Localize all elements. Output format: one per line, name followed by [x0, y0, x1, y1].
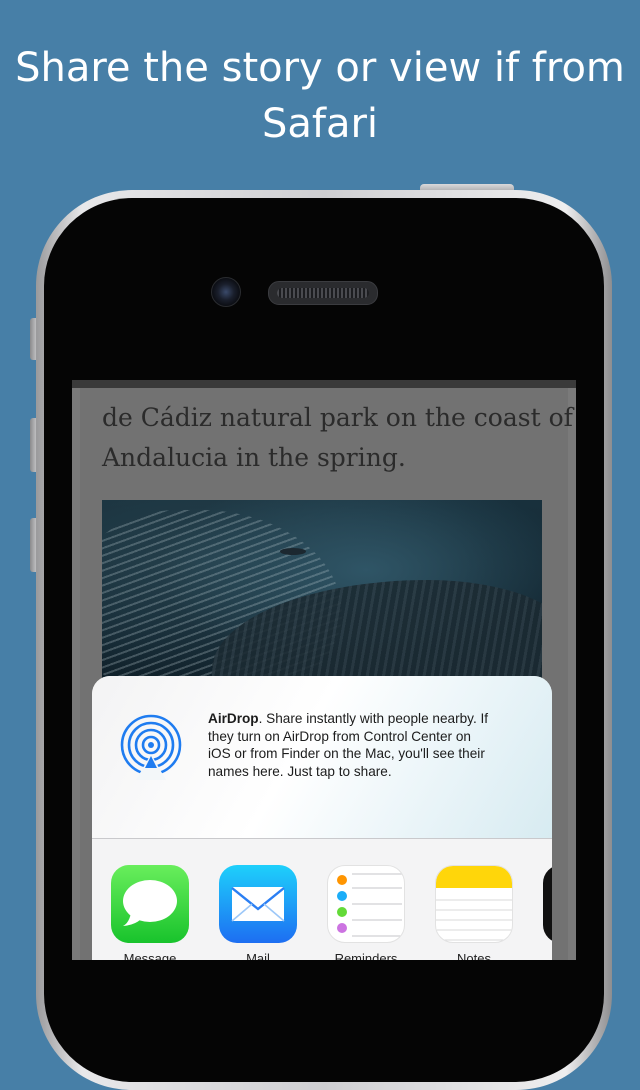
app-icon-partial [543, 865, 552, 943]
headline-line-1: Share the story or view if from [15, 45, 625, 91]
message-icon [111, 865, 189, 943]
airdrop-text-line-2: they turn on AirDrop from Control Center… [208, 728, 471, 744]
airdrop-text-line-1: AirDrop. Share instantly with people nea… [208, 710, 538, 728]
airdrop-text-line-3: iOS or from Finder on the Mac, you'll se… [208, 746, 485, 761]
screen-edge [72, 380, 576, 388]
headline-line-2: Safari [261, 101, 379, 147]
airdrop-icon [116, 710, 186, 780]
notes-icon [435, 865, 513, 943]
reminders-icon [327, 865, 405, 943]
article-image [102, 500, 542, 700]
airdrop-description: AirDrop. Share instantly with people nea… [208, 710, 538, 780]
share-app-message-label: Message [123, 951, 177, 960]
article-text: de Cádiz natural park on the coast of An… [102, 398, 573, 478]
airdrop-title: AirDrop [208, 711, 259, 726]
article-line-1: de Cádiz natural park on the coast of [102, 403, 573, 432]
airdrop-panel[interactable]: AirDrop. Share instantly with people nea… [92, 676, 552, 839]
share-app-reminders[interactable]: Reminders [326, 865, 406, 960]
fish-shape [280, 548, 306, 555]
share-app-notes-label: Notes [457, 951, 491, 960]
share-sheet: AirDrop. Share instantly with people nea… [92, 676, 552, 960]
airdrop-text-line-4: names here. Just tap to share. [208, 763, 392, 779]
article-line-2: Andalucia in the spring. [102, 443, 406, 472]
share-app-mail[interactable]: Mail [218, 865, 298, 960]
mail-icon [219, 865, 297, 943]
share-app-mail-label: Mail [246, 951, 270, 960]
front-camera [211, 277, 241, 307]
headline: Share the story or view if from Safari [0, 40, 640, 152]
share-app-message[interactable]: Message [110, 865, 190, 960]
airdrop-text-line-1-rest: . Share instantly with people nearby. If [258, 711, 489, 726]
phone-screen: de Cádiz natural park on the coast of An… [72, 380, 576, 960]
share-apps-row: Message Mail Reminders Notes [92, 839, 552, 960]
earpiece-speaker [268, 281, 378, 305]
share-app-partial[interactable] [542, 865, 552, 943]
share-app-reminders-label: Reminders [334, 951, 398, 960]
share-app-notes[interactable]: Notes [434, 865, 514, 960]
